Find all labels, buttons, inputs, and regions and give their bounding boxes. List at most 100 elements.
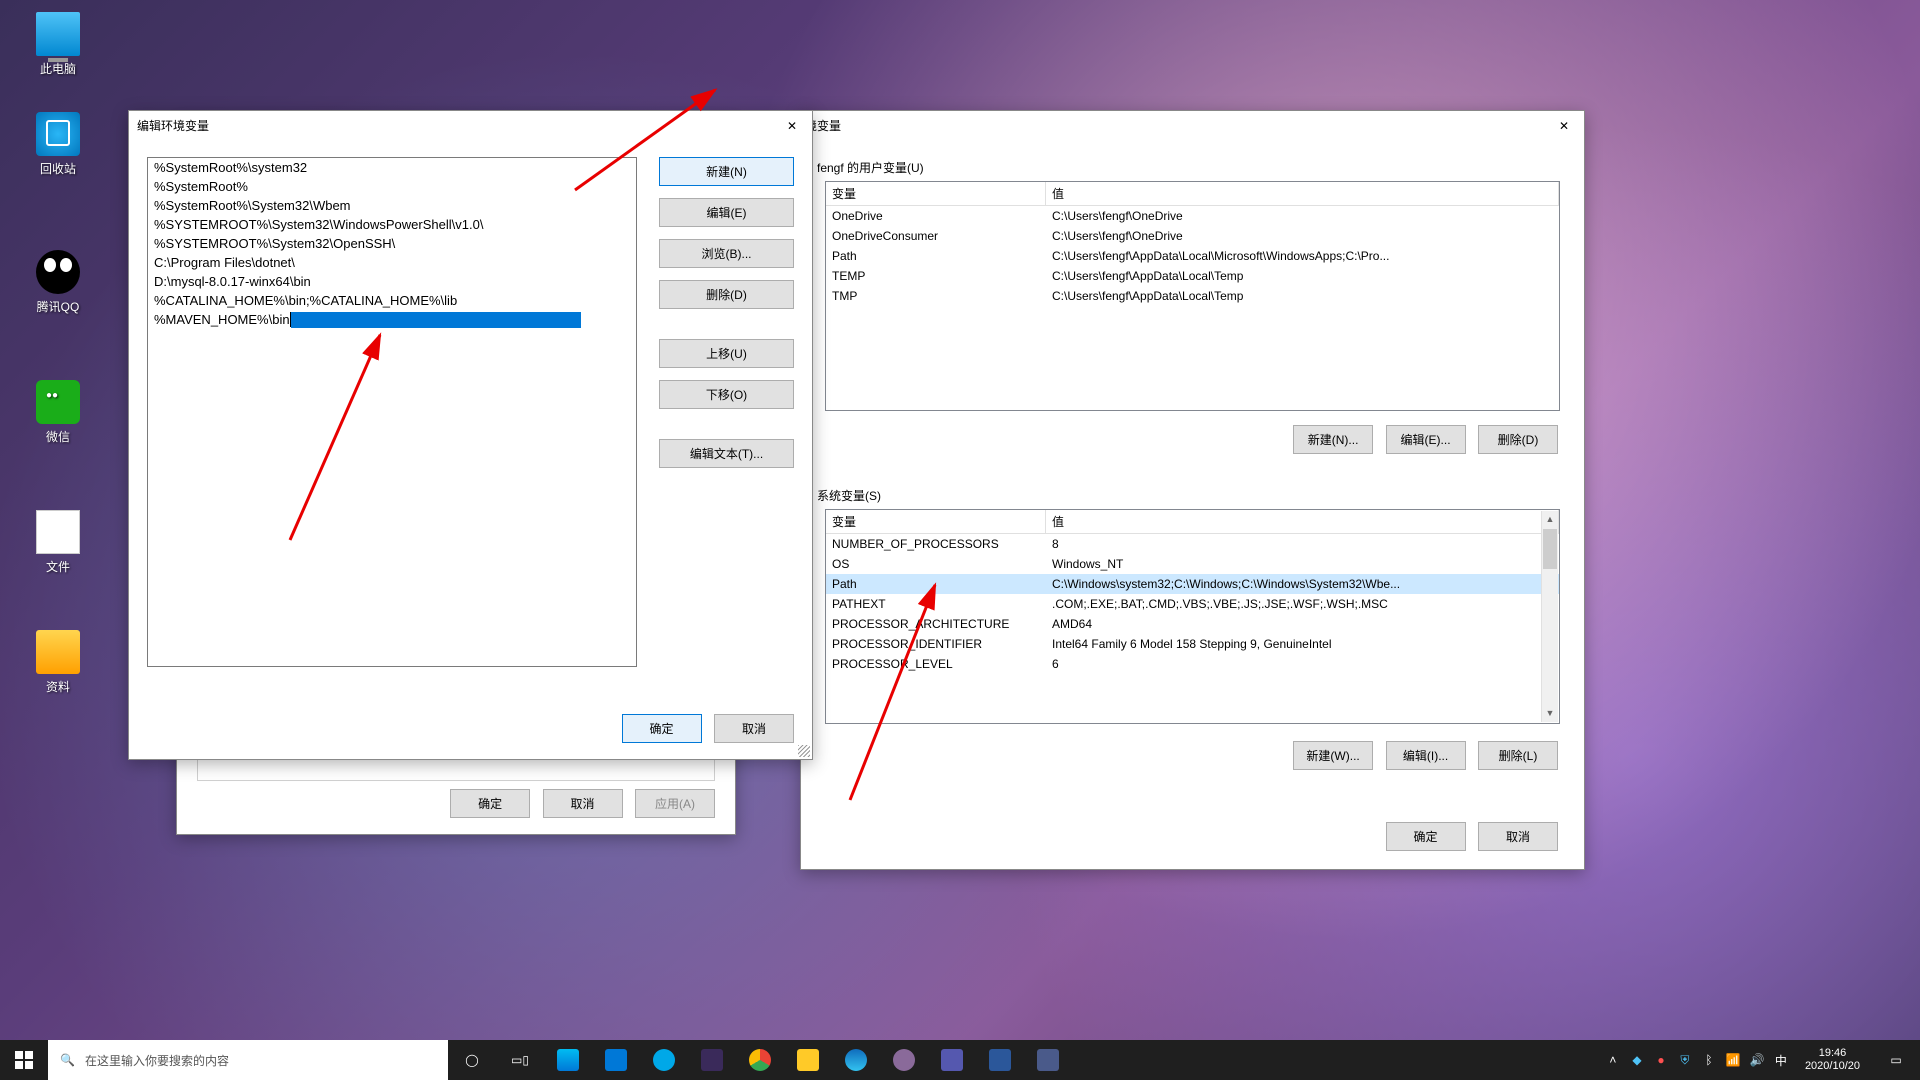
- recycle-bin-icon: [36, 112, 80, 156]
- taskbar[interactable]: 🔍 在这里输入你要搜索的内容 ◯ ▭▯ ˄ ◆ ● ⛨ ᛒ 📶 🔊 中 19:4…: [0, 1040, 1920, 1080]
- ok-button[interactable]: 确定: [450, 789, 530, 818]
- col-header-var: 变量: [826, 510, 1046, 533]
- table-row[interactable]: PROCESSOR_LEVEL6: [826, 654, 1559, 674]
- path-entry[interactable]: %CATALINA_HOME%\bin;%CATALINA_HOME%\lib: [148, 291, 636, 310]
- cancel-button[interactable]: 取消: [714, 714, 794, 743]
- taskbar-app-teams[interactable]: [928, 1040, 976, 1080]
- start-button[interactable]: [0, 1040, 48, 1080]
- close-icon[interactable]: ✕: [1552, 119, 1576, 133]
- delete-button[interactable]: 删除(D): [659, 280, 794, 309]
- wechat-icon: [36, 380, 80, 424]
- path-entry[interactable]: %SYSTEMROOT%\System32\OpenSSH\: [148, 234, 636, 253]
- system-variables-table[interactable]: 变量 值 NUMBER_OF_PROCESSORS8OSWindows_NTPa…: [825, 509, 1560, 724]
- delete-user-var-button[interactable]: 删除(D): [1478, 425, 1558, 454]
- table-row[interactable]: TEMPC:\Users\fengf\AppData\Local\Temp: [826, 266, 1559, 286]
- cancel-button[interactable]: 取消: [1478, 822, 1558, 851]
- taskbar-app-word[interactable]: [976, 1040, 1024, 1080]
- titlebar[interactable]: 编辑环境变量 ✕: [129, 111, 812, 140]
- new-user-var-button[interactable]: 新建(N)...: [1293, 425, 1373, 454]
- taskbar-clock[interactable]: 19:46 2020/10/20: [1797, 1047, 1868, 1073]
- table-row[interactable]: PATHEXT.COM;.EXE;.BAT;.CMD;.VBS;.VBE;.JS…: [826, 594, 1559, 614]
- path-entry[interactable]: C:\Program Files\dotnet\: [148, 253, 636, 272]
- table-row[interactable]: PROCESSOR_ARCHITECTUREAMD64: [826, 614, 1559, 634]
- table-row[interactable]: PathC:\Windows\system32;C:\Windows;C:\Wi…: [826, 574, 1559, 594]
- desktop-icon-pc[interactable]: 此电脑: [20, 12, 96, 77]
- path-entry[interactable]: %SystemRoot%\System32\Wbem: [148, 196, 636, 215]
- path-entry-editing[interactable]: %MAVEN_HOME%\bin: [148, 310, 636, 330]
- tray-qq-icon[interactable]: ●: [1653, 1052, 1669, 1068]
- desktop-icon-folder[interactable]: 资料: [20, 630, 96, 695]
- col-header-var: 变量: [826, 182, 1046, 205]
- new-sys-var-button[interactable]: 新建(W)...: [1293, 741, 1373, 770]
- browse-button[interactable]: 浏览(B)...: [659, 239, 794, 268]
- table-header: 变量 值: [826, 510, 1559, 534]
- taskbar-app-idea[interactable]: [688, 1040, 736, 1080]
- resize-grip[interactable]: [798, 745, 810, 757]
- taskbar-app-mail[interactable]: [592, 1040, 640, 1080]
- table-row[interactable]: PROCESSOR_IDENTIFIERIntel64 Family 6 Mod…: [826, 634, 1559, 654]
- desktop-icon-qq[interactable]: 腾讯QQ: [20, 250, 96, 315]
- titlebar[interactable]: 境变量 ✕: [801, 111, 1584, 140]
- scrollbar[interactable]: ▲ ▼: [1541, 511, 1558, 722]
- folder-icon: [36, 630, 80, 674]
- taskbar-app-user[interactable]: [880, 1040, 928, 1080]
- edit-user-var-button[interactable]: 编辑(E)...: [1386, 425, 1466, 454]
- path-entry[interactable]: %SYSTEMROOT%\System32\WindowsPowerShell\…: [148, 215, 636, 234]
- taskbar-app-chrome[interactable]: [736, 1040, 784, 1080]
- search-input[interactable]: 🔍 在这里输入你要搜索的内容: [48, 1040, 448, 1080]
- user-variables-table[interactable]: 变量 值 OneDriveC:\Users\fengf\OneDriveOneD…: [825, 181, 1560, 411]
- cortana-icon[interactable]: ◯: [448, 1040, 496, 1080]
- tray-bluetooth-icon[interactable]: ᛒ: [1701, 1052, 1717, 1068]
- taskbar-app-explorer[interactable]: [784, 1040, 832, 1080]
- new-button[interactable]: 新建(N): [659, 157, 794, 186]
- icon-label: 文件: [20, 558, 96, 575]
- tray-wifi-icon[interactable]: 📶: [1725, 1052, 1741, 1068]
- taskbar-app-edge[interactable]: [832, 1040, 880, 1080]
- scroll-up-icon[interactable]: ▲: [1542, 511, 1558, 528]
- search-icon: 🔍: [60, 1053, 75, 1067]
- ok-button[interactable]: 确定: [1386, 822, 1466, 851]
- table-row[interactable]: TMPC:\Users\fengf\AppData\Local\Temp: [826, 286, 1559, 306]
- clock-date: 2020/10/20: [1805, 1060, 1860, 1073]
- table-row[interactable]: OneDriveConsumerC:\Users\fengf\OneDrive: [826, 226, 1559, 246]
- cancel-button[interactable]: 取消: [543, 789, 623, 818]
- edit-button[interactable]: 编辑(E): [659, 198, 794, 227]
- taskbar-app-store[interactable]: [544, 1040, 592, 1080]
- qq-icon: [36, 250, 80, 294]
- path-entry[interactable]: %SystemRoot%\system32: [148, 158, 636, 177]
- tray-chevron-up-icon[interactable]: ˄: [1605, 1052, 1621, 1068]
- path-entry[interactable]: %SystemRoot%: [148, 177, 636, 196]
- system-tray[interactable]: ˄ ◆ ● ⛨ ᛒ 📶 🔊 中 19:46 2020/10/20 ▭: [1605, 1040, 1920, 1080]
- notifications-icon[interactable]: ▭: [1876, 1040, 1916, 1080]
- desktop-icon-wechat[interactable]: 微信: [20, 380, 96, 445]
- table-row[interactable]: PathC:\Users\fengf\AppData\Local\Microso…: [826, 246, 1559, 266]
- scroll-down-icon[interactable]: ▼: [1542, 705, 1558, 722]
- environment-variables-window[interactable]: 境变量 ✕ fengf 的用户变量(U) 变量 值 OneDriveC:\Use…: [800, 110, 1585, 870]
- path-list[interactable]: %SystemRoot%\system32%SystemRoot%%System…: [147, 157, 637, 667]
- windows-logo-icon: [15, 1051, 33, 1069]
- col-header-val: 值: [1046, 510, 1559, 533]
- edit-sys-var-button[interactable]: 编辑(I)...: [1386, 741, 1466, 770]
- path-entry[interactable]: D:\mysql-8.0.17-winx64\bin: [148, 272, 636, 291]
- scroll-thumb[interactable]: [1543, 529, 1557, 569]
- table-row[interactable]: OneDriveC:\Users\fengf\OneDrive: [826, 206, 1559, 226]
- tray-app-icon[interactable]: ◆: [1629, 1052, 1645, 1068]
- ok-button[interactable]: 确定: [622, 714, 702, 743]
- table-row[interactable]: NUMBER_OF_PROCESSORS8: [826, 534, 1559, 554]
- move-up-button[interactable]: 上移(U): [659, 339, 794, 368]
- taskbar-app-settings[interactable]: [1024, 1040, 1072, 1080]
- tray-volume-icon[interactable]: 🔊: [1749, 1052, 1765, 1068]
- tray-security-icon[interactable]: ⛨: [1677, 1052, 1693, 1068]
- table-row[interactable]: OSWindows_NT: [826, 554, 1559, 574]
- delete-sys-var-button[interactable]: 删除(L): [1478, 741, 1558, 770]
- close-icon[interactable]: ✕: [780, 119, 804, 133]
- tray-ime-icon[interactable]: 中: [1773, 1052, 1789, 1068]
- desktop-icon-recycle[interactable]: 回收站: [20, 112, 96, 177]
- table-header: 变量 值: [826, 182, 1559, 206]
- desktop-icon-file[interactable]: 文件: [20, 510, 96, 575]
- task-view-icon[interactable]: ▭▯: [496, 1040, 544, 1080]
- edit-text-button[interactable]: 编辑文本(T)...: [659, 439, 794, 468]
- taskbar-app-todesk[interactable]: [640, 1040, 688, 1080]
- edit-environment-variable-window[interactable]: 编辑环境变量 ✕ %SystemRoot%\system32%SystemRoo…: [128, 110, 813, 760]
- move-down-button[interactable]: 下移(O): [659, 380, 794, 409]
